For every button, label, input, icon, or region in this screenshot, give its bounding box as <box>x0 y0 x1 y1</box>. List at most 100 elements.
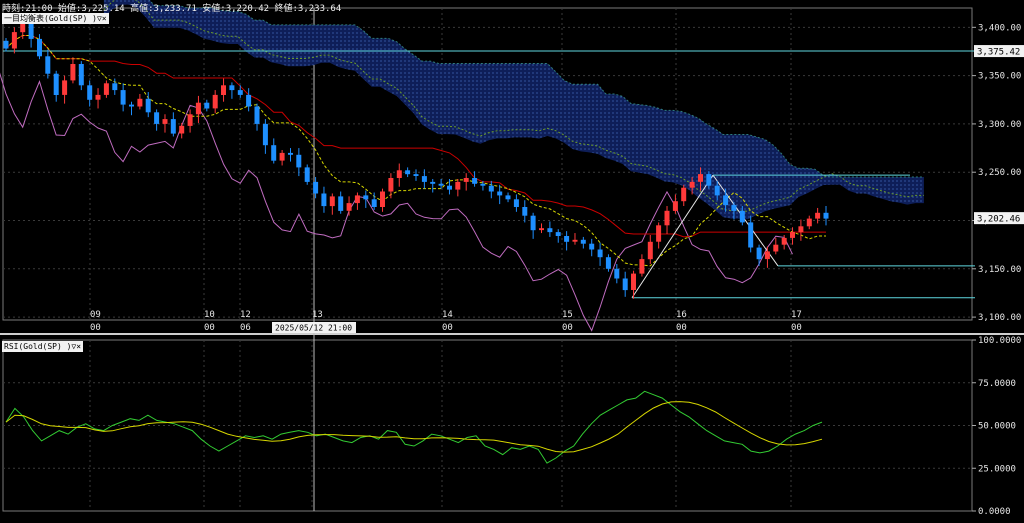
candle-body <box>413 174 419 176</box>
candle-body <box>212 94 218 109</box>
candle-body <box>513 199 519 207</box>
candle-body <box>162 119 168 124</box>
candle-body <box>798 226 804 233</box>
candle-body <box>53 73 59 95</box>
candle-body <box>698 174 703 182</box>
candle-body <box>463 178 469 182</box>
candle-body <box>396 170 402 178</box>
candle-body <box>748 222 754 248</box>
candle-body <box>723 195 729 206</box>
candle-body <box>237 90 243 95</box>
candle-body <box>37 38 42 57</box>
date-hour-label: 00 <box>90 323 101 333</box>
candle-body <box>380 191 385 207</box>
candle-body <box>447 185 452 190</box>
candle-body <box>672 201 678 211</box>
candle-body <box>806 218 812 227</box>
rsi-signal-line <box>5 401 823 453</box>
candle-body <box>631 273 636 290</box>
candle-body <box>731 205 737 211</box>
main-y-tick-label: 3,250.00 <box>978 168 1021 178</box>
candle-body <box>78 64 84 86</box>
rsi-y-tick-label: 75.0000 <box>978 379 1016 389</box>
candle-body <box>764 251 770 260</box>
rsi-y-tick-label: 50.0000 <box>978 422 1016 432</box>
candle-body <box>505 195 511 200</box>
candle-body <box>313 181 319 194</box>
date-day-label: 15 <box>562 310 573 320</box>
main-y-tick-label: 3,300.00 <box>978 120 1021 130</box>
candle-body <box>781 237 787 245</box>
candle-body <box>371 199 377 207</box>
candle-body <box>547 228 553 233</box>
date-day-label: 14 <box>442 310 453 320</box>
candle-body <box>229 85 235 91</box>
candle-body <box>246 94 252 107</box>
candle-body <box>622 278 628 291</box>
chart-canvas[interactable]: 3,400.003,350.003,300.003,250.003,200.00… <box>0 0 1024 519</box>
candle-body <box>572 239 578 242</box>
candle-body <box>304 167 310 182</box>
candle-body <box>329 196 335 207</box>
candle-body <box>28 22 34 39</box>
candle-body <box>120 90 126 105</box>
date-hour-label: 00 <box>562 323 573 333</box>
candle-body <box>405 170 411 175</box>
candle-body <box>346 203 352 211</box>
candle-body <box>664 210 670 226</box>
candle-body <box>271 145 277 161</box>
main-y-tick-label: 3,400.00 <box>978 23 1021 33</box>
candle-body <box>254 106 260 124</box>
trading-chart-window: 3,400.003,350.003,300.003,250.003,200.00… <box>0 0 1024 519</box>
candle-body <box>756 247 762 260</box>
candle-body <box>103 83 109 95</box>
date-day-label: 12 <box>240 310 251 320</box>
main-y-tick-label: 3,350.00 <box>978 72 1021 82</box>
candle-body <box>388 178 394 192</box>
candle-body <box>739 210 745 223</box>
date-day-label: 09 <box>90 310 101 320</box>
candle-body <box>614 268 620 279</box>
candle-body <box>530 215 536 231</box>
candle-body <box>296 154 302 168</box>
ichimoku-indicator-tag[interactable]: 一目均衡表(Gold(SP) )▽× <box>2 13 109 24</box>
candle-body <box>472 178 478 184</box>
candle-body <box>204 102 210 109</box>
candle-body <box>605 257 611 269</box>
candle-body <box>823 212 829 219</box>
date-hour-label: 00 <box>676 323 687 333</box>
candle-body <box>288 152 293 155</box>
rsi-indicator-tag[interactable]: RSI(Gold(SP) )▽× <box>2 341 84 352</box>
candle-body <box>455 181 461 190</box>
candle-body <box>179 125 185 134</box>
candle-body <box>3 40 9 49</box>
candle-body <box>354 195 360 204</box>
candle-body <box>187 114 193 126</box>
candle-body <box>539 228 544 231</box>
candle-body <box>555 232 561 236</box>
date-day-label: 16 <box>676 310 687 320</box>
candle-body <box>639 259 645 274</box>
candle-body <box>11 32 17 49</box>
candle-body <box>279 152 285 161</box>
crosshair-date-label: 2025/05/12 21:00 <box>275 324 352 333</box>
candle-body <box>338 196 344 211</box>
main-y-tick-label: 3,100.00 <box>978 313 1021 323</box>
candle-body <box>488 185 494 192</box>
date-day-label: 17 <box>791 310 802 320</box>
candle-body <box>62 80 68 95</box>
date-hour-label: 00 <box>204 323 215 333</box>
candle-body <box>647 241 653 260</box>
candle-body <box>129 104 134 107</box>
candle-body <box>112 83 118 91</box>
candle-body <box>522 207 528 216</box>
candle-body <box>815 212 821 219</box>
candle-body <box>497 191 503 196</box>
candle-body <box>773 244 779 252</box>
candle-body <box>656 225 662 242</box>
candle-body <box>438 183 444 186</box>
candle-body <box>580 239 586 244</box>
candle-body <box>95 94 101 100</box>
date-hour-label: 00 <box>791 323 802 333</box>
current-price-label: 3,202.46 <box>977 215 1020 225</box>
